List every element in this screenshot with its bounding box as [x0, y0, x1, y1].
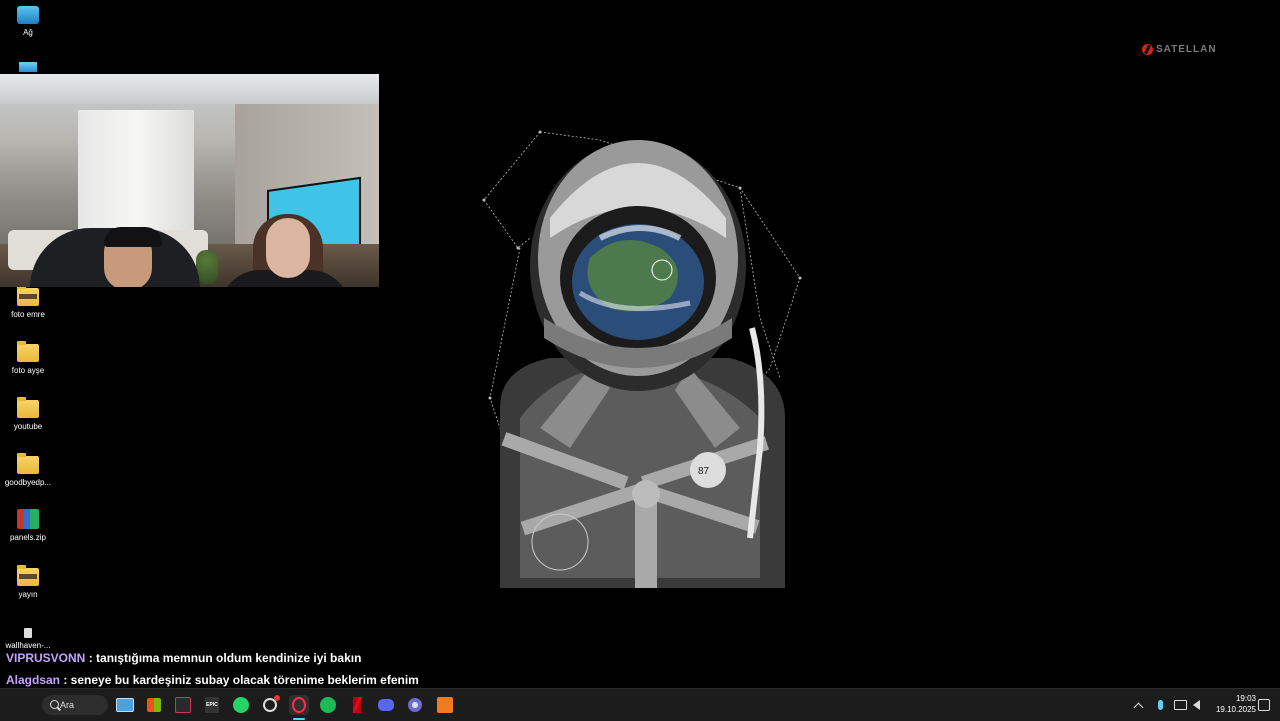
- notifications-button[interactable]: [1254, 695, 1274, 715]
- netflix-icon: [353, 697, 361, 713]
- taskbar-app-mail[interactable]: [115, 695, 135, 715]
- desktop-icon-label: yayın: [18, 590, 38, 599]
- microphone-icon: [1157, 700, 1163, 710]
- search-box[interactable]: Ara: [42, 695, 108, 715]
- desktop-icon-label: foto ayşe: [11, 366, 45, 375]
- notification-dot: [274, 695, 280, 701]
- desktop-icon-label: panels.zip: [9, 533, 47, 542]
- desktop-icon-wallhaven[interactable]: wallhaven-...: [0, 628, 56, 650]
- taskbar-app-discord[interactable]: [376, 695, 396, 715]
- chat-text: : tanıştığıma memnun oldum kendinize iyi…: [85, 651, 362, 665]
- notification-bell-icon: [1258, 699, 1270, 711]
- taskbar-app-store[interactable]: [144, 695, 164, 715]
- volume-tray-button[interactable]: [1186, 695, 1206, 715]
- search-icon: [50, 700, 59, 709]
- folder-icon: [17, 341, 39, 362]
- desktop-icon-network[interactable]: Ağ: [0, 6, 56, 37]
- chevron-up-icon: [1133, 702, 1143, 712]
- folder-icon: [17, 565, 39, 586]
- network-status-icon: [1173, 700, 1187, 710]
- clock-time: 19:03: [1235, 694, 1256, 703]
- desktop-icon-label: youtube: [13, 422, 43, 431]
- desktop-icon-label: Ağ: [23, 28, 33, 37]
- desktop-icon-label: goodbyedp...: [4, 478, 52, 487]
- clock[interactable]: 19:03 19.10.2025: [1208, 693, 1256, 715]
- spotify-icon: [320, 697, 336, 713]
- folder-icon: [17, 285, 39, 306]
- astronaut-wallpaper: 87: [482, 130, 802, 588]
- desktop-icon-yayin[interactable]: yayın: [0, 565, 56, 599]
- mail-icon: [116, 698, 134, 712]
- taskbar-app-epic[interactable]: EPIC: [202, 695, 222, 715]
- brand-logo-text: SATELLAN: [1156, 43, 1217, 55]
- desktop-icon-foto-ayse[interactable]: foto ayşe: [0, 341, 56, 375]
- opera-gx-icon: [292, 697, 306, 713]
- taskbar-app-orange[interactable]: [435, 695, 455, 715]
- start-button[interactable]: [14, 695, 34, 715]
- desktop-icon-goodbyedp[interactable]: goodbyedp...: [0, 453, 56, 487]
- desktop-icon-panels-zip[interactable]: panels.zip: [0, 509, 56, 542]
- taskbar-app-browser[interactable]: [405, 695, 425, 715]
- discord-icon: [378, 699, 394, 711]
- network-icon: [17, 6, 39, 24]
- zip-archive-icon: [17, 509, 39, 529]
- desktop-icon-label: foto emre: [11, 310, 45, 319]
- chat-username: Alagdsan: [6, 673, 61, 687]
- taskbar-app-netflix[interactable]: [347, 695, 367, 715]
- browser-icon: [408, 698, 422, 712]
- taskbar-app-whatsapp[interactable]: [231, 695, 251, 715]
- desktop-icon-label: wallhaven-...: [5, 641, 51, 650]
- show-hidden-icons-button[interactable]: [1128, 695, 1148, 715]
- orange-app-icon: [437, 697, 453, 713]
- search-label: Ara: [60, 700, 75, 710]
- chat-message: VIPRUSVONN : tanıştığıma memnun oldum ke…: [6, 651, 361, 665]
- taskbar-app-spotify[interactable]: [318, 695, 338, 715]
- clock-date: 19.10.2025: [1215, 705, 1256, 714]
- folder-icon: [17, 453, 39, 474]
- chat-message: Alagdsan : seneye bu kardeşiniz subay ol…: [6, 673, 419, 687]
- whatsapp-icon: [233, 697, 249, 713]
- desktop-icon-youtube[interactable]: youtube: [0, 397, 56, 431]
- desktop-icon-partial[interactable]: [0, 62, 56, 72]
- chat-text: : seneye bu kardeşiniz subay olacak töre…: [60, 673, 419, 687]
- desktop-app-icon: [19, 62, 37, 72]
- taskbar: Ara EPIC 19:03 19.10.2025: [0, 688, 1280, 721]
- brand-mark-icon: [1142, 43, 1153, 55]
- store-icon: [147, 698, 161, 712]
- taskbar-app-opera-gx[interactable]: [289, 695, 309, 715]
- taskbar-app-3[interactable]: [173, 695, 193, 715]
- app-icon: [175, 697, 191, 713]
- speaker-icon: [1192, 700, 1200, 710]
- taskbar-app-steam[interactable]: [260, 695, 280, 715]
- image-file-icon: [24, 628, 32, 638]
- microphone-tray-button[interactable]: [1150, 695, 1170, 715]
- folder-icon: [17, 397, 39, 418]
- desktop-icon-foto-emre[interactable]: foto emre: [0, 285, 56, 319]
- windows-icon: [16, 697, 32, 713]
- epic-games-icon: EPIC: [205, 697, 219, 713]
- chat-username: VIPRUSVONN: [6, 651, 86, 665]
- brand-logo: SATELLAN: [1142, 42, 1217, 56]
- svg-text:87: 87: [698, 466, 710, 477]
- webcam-overlay: [0, 74, 379, 287]
